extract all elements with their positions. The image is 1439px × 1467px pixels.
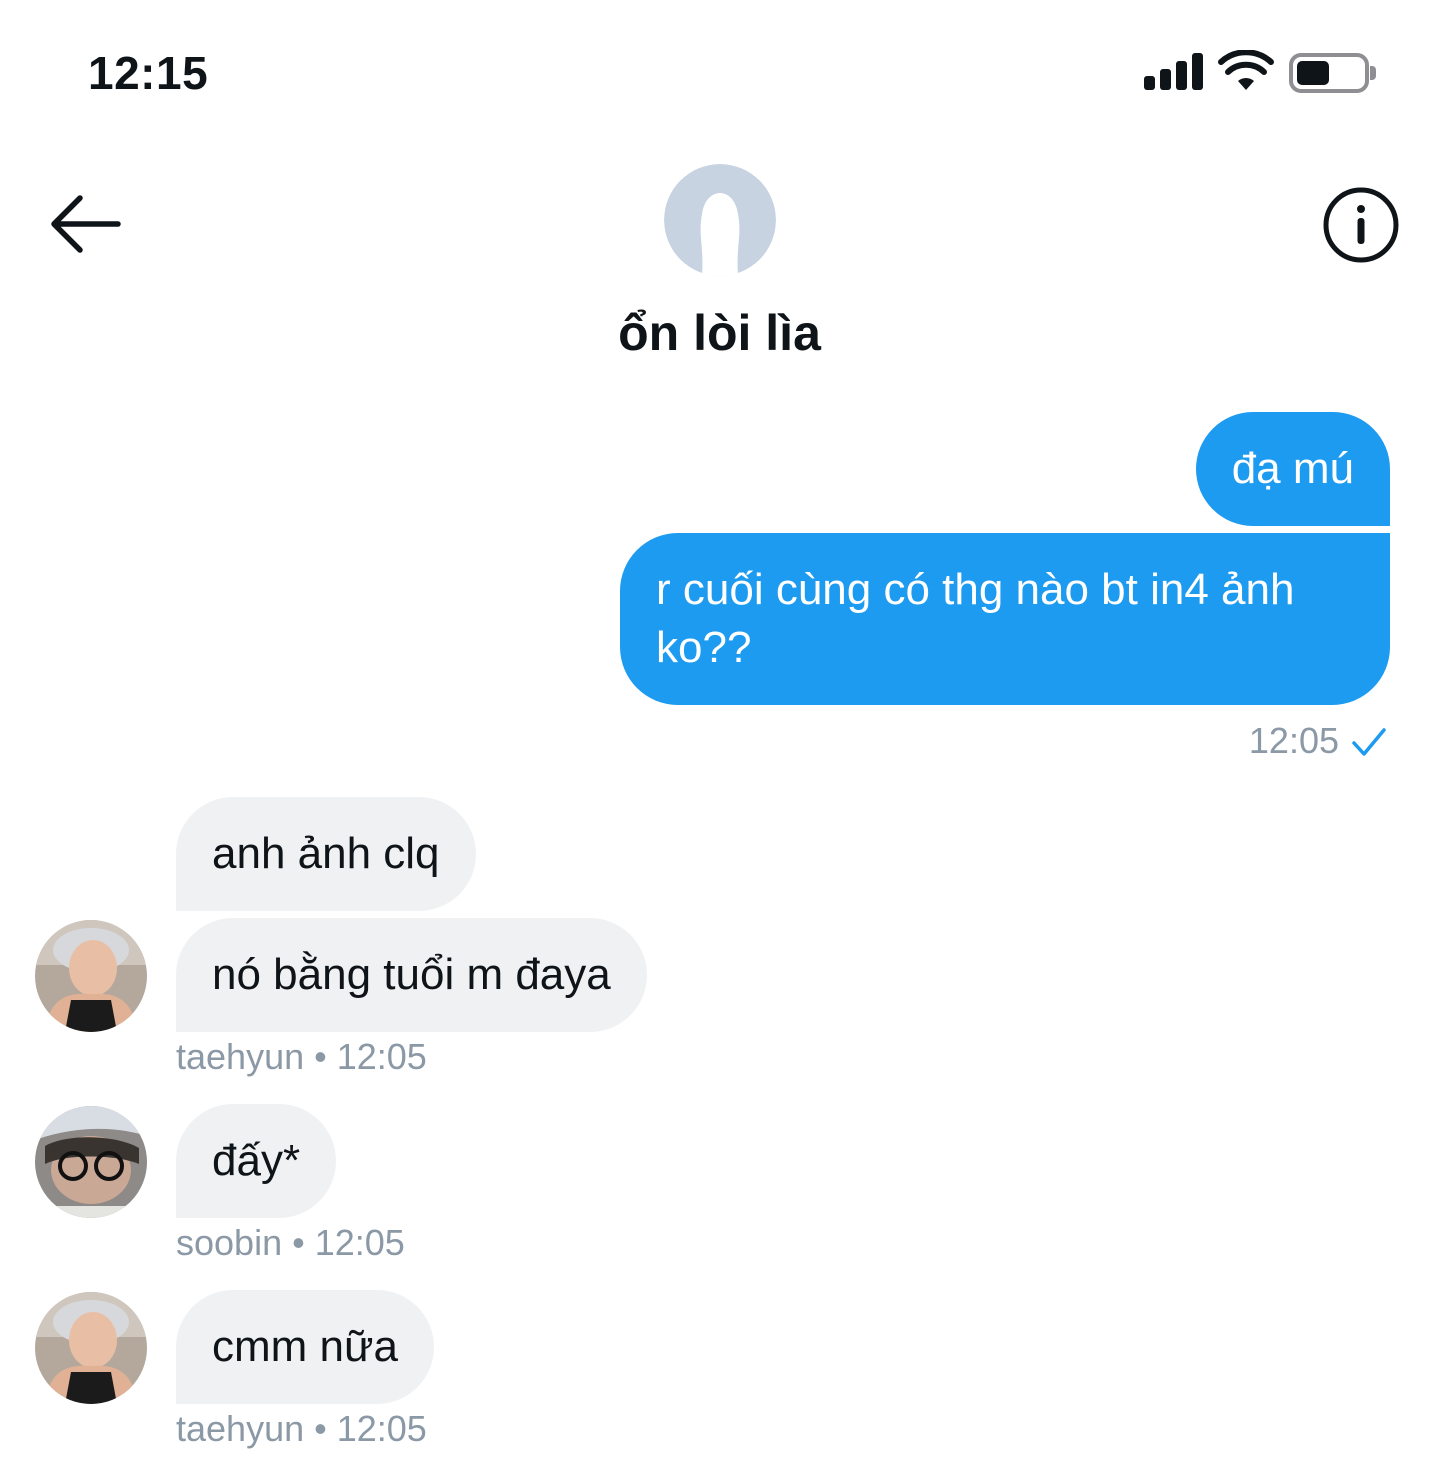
battery-cap [1370, 66, 1376, 80]
arrow-left-icon [51, 195, 121, 253]
outgoing-message[interactable]: r cuối cùng có thg nào bt in4 ảnh ko?? [620, 533, 1390, 705]
battery-icon [1289, 53, 1369, 93]
outgoing-message[interactable]: đạ mú [1195, 412, 1390, 526]
check-icon [1352, 728, 1386, 756]
default-avatar-icon [664, 164, 776, 276]
message-timestamp: 12:05 [1248, 720, 1339, 761]
chat-title: ổn lòi lìa [618, 305, 821, 361]
message-text: anh ảnh clq [212, 829, 440, 878]
message-meta: taehyun • 12:05 [176, 1036, 427, 1077]
avatar-taehyun[interactable] [35, 1292, 147, 1404]
message-text: r cuối cùng có thg nào bt in4 ảnh ko?? [656, 565, 1295, 672]
message-meta: soobin • 12:05 [176, 1222, 405, 1263]
message-text: đấy* [212, 1136, 301, 1185]
message-text: nó bằng tuổi m đaya [212, 950, 611, 999]
info-icon [1323, 187, 1399, 263]
signal-icon [1144, 52, 1206, 90]
avatar-soobin[interactable] [35, 1106, 147, 1218]
wifi-icon [1218, 50, 1274, 90]
message-meta: taehyun • 12:05 [176, 1408, 427, 1449]
incoming-message[interactable]: nó bằng tuổi m đaya [176, 918, 647, 1032]
back-button[interactable] [48, 190, 124, 258]
status-time: 12:15 [88, 47, 209, 99]
incoming-message[interactable]: anh ảnh clq [176, 797, 476, 911]
incoming-message[interactable]: cmm nữa [176, 1290, 434, 1404]
info-button[interactable] [1322, 186, 1400, 264]
avatar-taehyun[interactable] [35, 920, 147, 1032]
message-text: cmm nữa [212, 1322, 398, 1371]
group-avatar[interactable] [664, 164, 776, 276]
incoming-message[interactable]: đấy* [176, 1104, 337, 1218]
message-text: đạ mú [1231, 444, 1354, 493]
